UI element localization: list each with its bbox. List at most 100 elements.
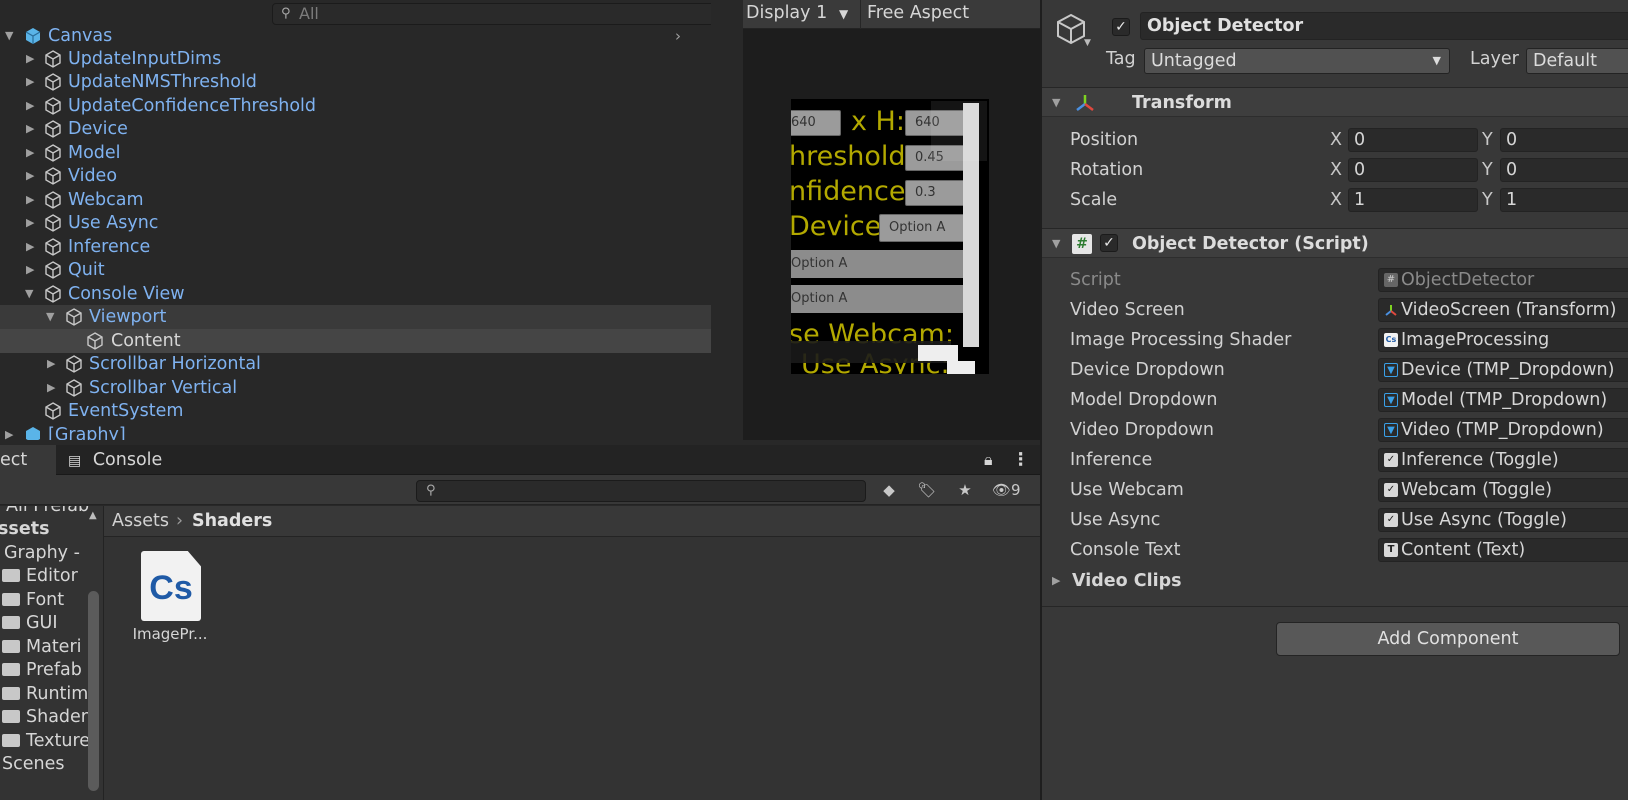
rotation-x-value[interactable]: 0 [1348, 158, 1478, 182]
project-search-input[interactable]: ⚲ [416, 480, 866, 502]
project-assets-view[interactable]: Assets › Shaders Cs ImagePr... [103, 506, 1041, 800]
hierarchy-item-quit[interactable]: ▶ Quit [0, 258, 711, 282]
expand-arrow-icon[interactable]: ▶ [26, 117, 34, 141]
tag-dropdown[interactable]: Untagged ▼ [1144, 48, 1450, 74]
hierarchy-item-video[interactable]: ▶ Video [0, 164, 711, 188]
asset-item-imageprocessing[interactable]: Cs ImagePr... [132, 551, 208, 643]
tree-item-prefabs[interactable]: Prefab [2, 658, 82, 682]
tree-item-runtime[interactable]: Runtim [2, 682, 88, 706]
scrollbar-thumb[interactable] [88, 591, 99, 791]
hierarchy-item-canvas[interactable]: ▼ Canvas › [0, 24, 711, 48]
model-dropdown-field[interactable]: ▼ Model (TMP_Dropdown) [1378, 388, 1628, 412]
image-processing-shader-field[interactable]: Cs ImageProcessing [1378, 328, 1628, 352]
hierarchy-item-console-view[interactable]: ▼ Console View [0, 282, 711, 306]
async-toggle[interactable] [947, 361, 975, 374]
video-screen-field[interactable]: VideoScreen (Transform) [1378, 298, 1628, 322]
device-dropdown-field[interactable]: ▼ Device (TMP_Dropdown) [1378, 358, 1628, 382]
scale-x-value[interactable]: 1 [1348, 188, 1478, 212]
collapse-arrow-icon[interactable]: ▼ [1052, 237, 1060, 250]
favorite-star-icon[interactable]: ★ [952, 480, 978, 500]
hierarchy-item-webcam[interactable]: ▶ Webcam [0, 188, 711, 212]
video-dropdown[interactable]: Option A [791, 285, 963, 313]
chevron-right-icon[interactable]: › [675, 24, 681, 48]
collapse-arrow-icon[interactable]: ▼ [25, 282, 33, 306]
scroll-up-icon[interactable]: ▲ [89, 510, 97, 521]
rotation-y-value[interactable]: 0 [1500, 158, 1628, 182]
script-enabled-checkbox[interactable]: ✓ [1100, 234, 1118, 252]
hierarchy-item-updateinputdims[interactable]: ▶ UpdateInputDims [0, 47, 711, 71]
expand-arrow-icon[interactable]: ▶ [26, 188, 34, 212]
lock-icon[interactable]: 🔒︎ [984, 445, 993, 475]
hierarchy-search-input[interactable]: ⚲ All [272, 3, 711, 25]
expand-arrow-icon[interactable]: ▶ [26, 235, 34, 259]
expand-arrow-icon[interactable]: ▶ [26, 141, 34, 165]
model-dropdown[interactable]: Option A [791, 250, 963, 278]
breadcrumb-shaders[interactable]: Shaders [192, 506, 272, 537]
expand-arrow-icon[interactable]: ▶ [26, 70, 34, 94]
folder-tree-scrollbar[interactable]: ▲ [84, 506, 103, 800]
use-async-toggle-field[interactable]: ✓ Use Async (Toggle) [1378, 508, 1628, 532]
transform-header[interactable]: ▼ Transform [1042, 87, 1628, 117]
hierarchy-item-viewport[interactable]: ▼ Viewport [0, 305, 711, 329]
device-dropdown[interactable]: Option A [879, 214, 965, 242]
webcam-toggle[interactable] [918, 345, 958, 361]
tree-item-graphy[interactable]: Graphy - [4, 541, 80, 565]
hidden-packages-toggle[interactable]: 👁︎9 [992, 480, 1032, 500]
expand-arrow-icon[interactable]: ▼ [5, 24, 13, 48]
breadcrumb-assets[interactable]: Assets [112, 506, 169, 537]
hierarchy-item-model[interactable]: ▶ Model [0, 141, 711, 165]
console-text-field[interactable]: T Content (Text) [1378, 538, 1628, 562]
scale-y-value[interactable]: 1 [1500, 188, 1628, 212]
object-name-field[interactable]: Object Detector [1140, 12, 1628, 40]
filter-by-label-icon[interactable]: 🏷︎ [914, 480, 940, 500]
game-render-area[interactable]: 640 x H: 640 hreshold: 0.45 nfidence: 0.… [743, 29, 1040, 440]
layer-dropdown[interactable]: Default [1526, 48, 1628, 74]
hierarchy-item-updateconfidencethreshold[interactable]: ▶ UpdateConfidenceThreshold [0, 94, 711, 118]
add-component-button[interactable]: Add Component [1276, 622, 1620, 656]
hierarchy-item-scrollbar-horizontal[interactable]: ▶ Scrollbar Horizontal [0, 352, 711, 376]
hierarchy-item-scrollbar-vertical[interactable]: ▶ Scrollbar Vertical [0, 376, 711, 400]
expand-arrow-icon[interactable]: ▶ [47, 376, 55, 400]
inference-toggle-field[interactable]: ✓ Inference (Toggle) [1378, 448, 1628, 472]
aspect-dropdown[interactable]: Free Aspect [867, 3, 969, 23]
tab-console[interactable]: ▤ Console [62, 445, 162, 475]
position-y-value[interactable]: 0 [1500, 128, 1628, 152]
video-dropdown-field[interactable]: ▼ Video (TMP_Dropdown) [1378, 418, 1628, 442]
filter-by-type-icon[interactable]: ◆ [876, 480, 902, 500]
expand-arrow-icon[interactable]: ▶ [1052, 566, 1060, 596]
input-width-field[interactable]: 640 [791, 110, 841, 136]
hierarchy-item-use-async[interactable]: ▶ Use Async [0, 211, 711, 235]
chevron-down-icon[interactable]: ▼ [839, 7, 848, 21]
hierarchy-item-device[interactable]: ▶ Device [0, 117, 711, 141]
tree-item-scenes[interactable]: Scenes [2, 752, 64, 776]
webcam-toggle-field[interactable]: ✓ Webcam (Toggle) [1378, 478, 1628, 502]
tree-item-shaders[interactable]: Shader [2, 705, 88, 729]
confidence-field[interactable]: 0.3 [905, 180, 965, 206]
position-x-value[interactable]: 0 [1348, 128, 1478, 152]
collapse-arrow-icon[interactable]: ▼ [1052, 96, 1060, 109]
video-clips-row[interactable]: ▶ Video Clips [1042, 566, 1628, 596]
display-dropdown[interactable]: Display 1 [746, 3, 827, 23]
expand-arrow-icon[interactable]: ▶ [47, 352, 55, 376]
tree-item-gui[interactable]: GUI [2, 611, 58, 635]
script-component-header[interactable]: ▼ # ✓ Object Detector (Script) [1042, 228, 1628, 258]
tab-project[interactable]: ect [0, 445, 56, 475]
chevron-down-icon[interactable]: ▼ [1084, 38, 1091, 48]
hierarchy-item-updatenmsthreshold[interactable]: ▶ UpdateNMSThreshold [0, 70, 711, 94]
hierarchy-item-inference[interactable]: ▶ Inference [0, 235, 711, 259]
tree-item-materials[interactable]: Materi [2, 635, 82, 659]
expand-arrow-icon[interactable]: ▶ [26, 258, 34, 282]
hierarchy-item-graphy[interactable]: ▶ [Graphy] [0, 423, 711, 440]
expand-arrow-icon[interactable]: ▶ [26, 47, 34, 71]
expand-arrow-icon[interactable]: ▶ [5, 423, 13, 440]
expand-arrow-icon[interactable]: ▶ [26, 211, 34, 235]
tree-item-font[interactable]: Font [2, 588, 64, 612]
tree-item-assets[interactable]: ssets [0, 517, 49, 541]
active-checkbox[interactable]: ✓ [1112, 18, 1130, 36]
hierarchy-item-content[interactable]: Content [0, 329, 711, 353]
collapse-arrow-icon[interactable]: ▼ [46, 305, 54, 329]
more-options-icon[interactable]: ⋮ [1012, 445, 1030, 475]
expand-arrow-icon[interactable]: ▶ [26, 94, 34, 118]
expand-arrow-icon[interactable]: ▶ [26, 164, 34, 188]
hierarchy-item-eventsystem[interactable]: EventSystem [0, 399, 711, 423]
